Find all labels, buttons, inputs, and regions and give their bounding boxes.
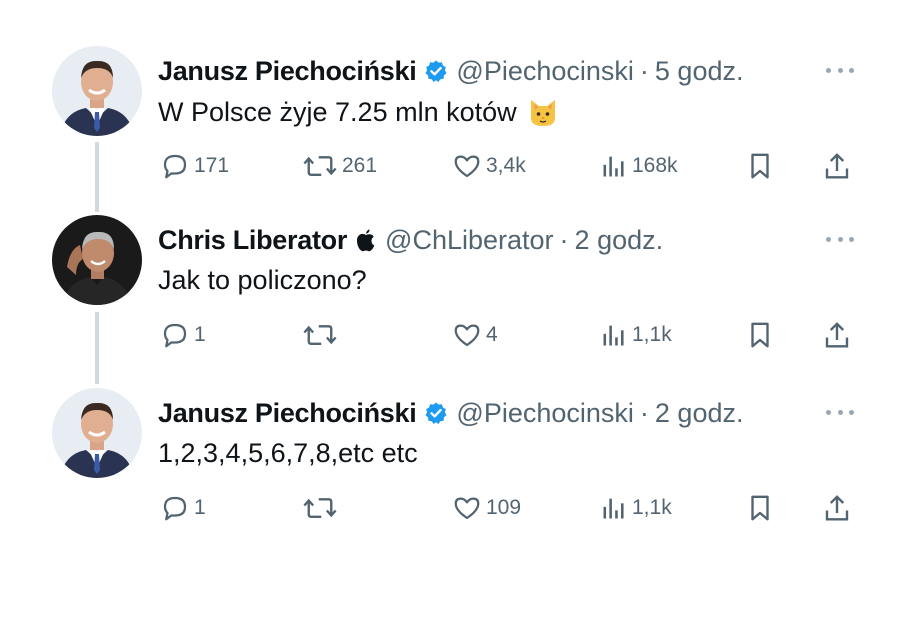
author-name[interactable]: Janusz Piechociński <box>158 56 417 87</box>
bookmark-icon <box>751 495 769 521</box>
timestamp[interactable]: 5 godz. <box>655 56 744 87</box>
tweet-text-content: W Polsce żyje 7.25 mln kotów <box>158 96 517 127</box>
share-button[interactable] <box>822 146 852 186</box>
like-count: 109 <box>486 496 522 519</box>
timestamp[interactable]: 2 godz. <box>655 398 744 429</box>
tweet-header: Janusz Piechociński @Piechocinski · 2 go… <box>158 396 743 430</box>
timestamp[interactable]: 2 godz. <box>575 225 664 256</box>
share-button[interactable] <box>822 315 852 355</box>
retweet-icon <box>303 156 337 176</box>
tweet-actions: 171 261 3,4k 168k <box>0 146 907 186</box>
author-handle[interactable]: @ChLiberator <box>385 225 554 256</box>
bookmark-icon <box>751 153 769 179</box>
tweet-header: Chris Liberator @ChLiberator · 2 godz. <box>158 223 663 257</box>
avatar[interactable] <box>52 215 142 305</box>
separator-dot: · <box>639 55 649 86</box>
heart-icon <box>454 155 480 178</box>
more-options-icon[interactable] <box>826 229 854 249</box>
tweet-header: Janusz Piechociński @Piechocinski · 5 go… <box>158 54 743 88</box>
tweet-text: Jak to policzono? <box>158 265 367 296</box>
tweet[interactable]: Chris Liberator @ChLiberator · 2 godz. J… <box>0 215 907 385</box>
reply-count: 1 <box>194 323 206 346</box>
share-icon <box>825 322 849 348</box>
author-handle[interactable]: @Piechocinski <box>456 398 633 429</box>
more-options-icon[interactable] <box>826 60 854 80</box>
apple-icon <box>355 228 377 252</box>
like-button[interactable]: 3,4k <box>452 146 526 186</box>
tweet-text-content: 1,2,3,4,5,6,7,8,etc etc <box>158 438 418 468</box>
views-button[interactable]: 1,1k <box>600 315 672 355</box>
author-handle[interactable]: @Piechocinski <box>456 56 633 87</box>
retweet-button[interactable] <box>302 488 342 528</box>
reply-count: 171 <box>194 154 230 177</box>
views-icon <box>603 156 624 177</box>
tweet-text-content: Jak to policzono? <box>158 265 367 295</box>
like-button[interactable]: 109 <box>452 488 521 528</box>
like-count: 4 <box>486 323 498 346</box>
reply-count: 1 <box>194 496 206 519</box>
like-button[interactable]: 4 <box>452 315 498 355</box>
more-options-icon[interactable] <box>826 402 854 422</box>
bookmark-icon <box>751 322 769 348</box>
heart-icon <box>454 324 480 347</box>
reply-button[interactable]: 1 <box>160 315 206 355</box>
share-button[interactable] <box>822 488 852 528</box>
verified-icon <box>424 401 448 425</box>
reply-icon <box>163 496 187 521</box>
cat-face-emoji <box>527 96 559 128</box>
reply-button[interactable]: 1 <box>160 488 206 528</box>
avatar[interactable] <box>52 46 142 136</box>
tweet-text: 1,2,3,4,5,6,7,8,etc etc <box>158 438 418 469</box>
share-icon <box>825 153 849 179</box>
like-count: 3,4k <box>486 154 526 177</box>
tweet-text: W Polsce żyje 7.25 mln kotów <box>158 96 559 128</box>
tweet-thread: Janusz Piechociński @Piechocinski · 5 go… <box>0 0 907 636</box>
heart-icon <box>454 497 480 520</box>
retweet-count: 261 <box>342 154 378 177</box>
views-icon <box>603 325 624 346</box>
views-button[interactable]: 1,1k <box>600 488 672 528</box>
author-name[interactable]: Chris Liberator <box>158 225 347 256</box>
verified-icon <box>424 59 448 83</box>
reply-icon <box>163 154 187 179</box>
bookmark-button[interactable] <box>745 488 775 528</box>
views-button[interactable]: 168k <box>600 146 678 186</box>
retweet-icon <box>303 498 337 518</box>
views-count: 168k <box>632 154 678 177</box>
reply-button[interactable]: 171 <box>160 146 229 186</box>
reply-icon <box>163 323 187 348</box>
tweet-actions: 1 4 1,1k <box>0 315 907 355</box>
views-count: 1,1k <box>632 496 672 519</box>
separator-dot: · <box>559 224 569 255</box>
avatar[interactable] <box>52 388 142 478</box>
share-icon <box>825 495 849 521</box>
retweet-icon <box>303 325 337 345</box>
views-count: 1,1k <box>632 323 672 346</box>
bookmark-button[interactable] <box>745 146 775 186</box>
author-name[interactable]: Janusz Piechociński <box>158 398 417 429</box>
tweet[interactable]: Janusz Piechociński @Piechocinski · 2 go… <box>0 388 907 558</box>
retweet-button[interactable]: 261 <box>302 146 377 186</box>
separator-dot: · <box>639 397 649 428</box>
tweet-actions: 1 109 1,1k <box>0 488 907 528</box>
bookmark-button[interactable] <box>745 315 775 355</box>
views-icon <box>603 498 624 519</box>
retweet-button[interactable] <box>302 315 342 355</box>
tweet[interactable]: Janusz Piechociński @Piechocinski · 5 go… <box>0 46 907 216</box>
